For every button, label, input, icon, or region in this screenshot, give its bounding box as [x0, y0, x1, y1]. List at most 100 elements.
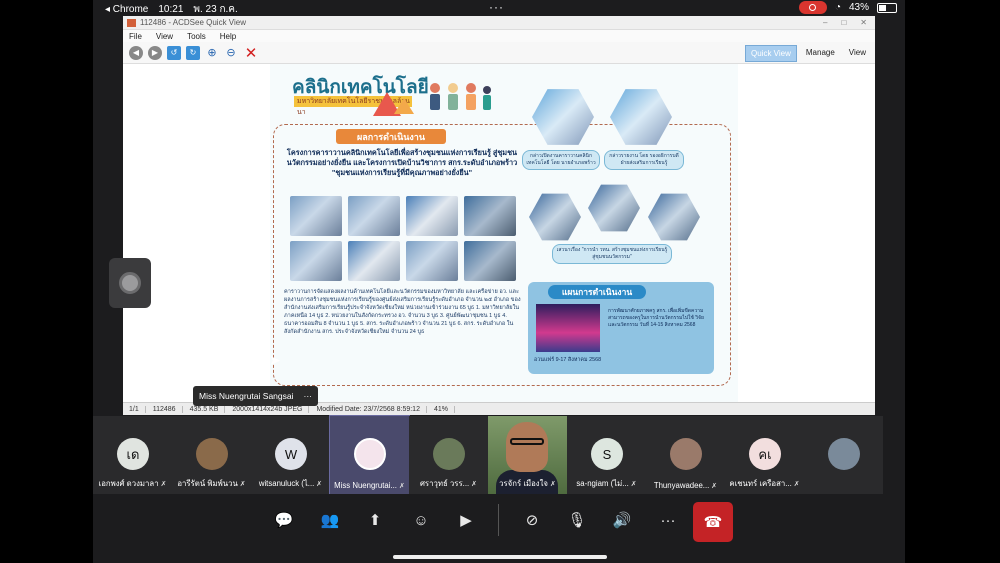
event-photo [406, 241, 458, 281]
wifi-icon: ◔ [834, 2, 841, 13]
minimize-icon[interactable]: – [823, 18, 827, 27]
status-dimensions: 2000x1414x24b JPEG [232, 405, 310, 413]
mic-muted-icon: ✗ [550, 481, 556, 488]
more-options-button[interactable]: ··· [656, 510, 680, 530]
leave-icon[interactable]: ☎ [693, 502, 733, 542]
avatar: S [591, 438, 623, 470]
caption-seminar: เสวนาเรื่อง "การนำ วทน. สร้างชุมชนแห่งกา… [552, 244, 672, 264]
home-indicator[interactable] [393, 555, 607, 559]
avatar [196, 438, 228, 470]
participant-video-tile[interactable]: วรจักร์ เมืองใจ ✗ [488, 416, 567, 494]
event-photo [348, 241, 400, 281]
window-title: 112486 - ACDSee Quick View [140, 18, 246, 27]
participant-tile[interactable]: ศราวุทธ์ วรร... ✗ [409, 416, 488, 494]
participant-tile[interactable]: S sa-ngiam (ไม่... ✗ [567, 416, 646, 494]
video-feed [506, 422, 548, 472]
meeting-screen: ◂ Chrome 10:21 พ. 23 ก.ค. ··· ◔ 43% 1124… [93, 0, 905, 563]
event-photo [290, 241, 342, 281]
participant-tile[interactable]: เด เอกพงศ์ ดวงมาลา ✗ [93, 416, 172, 494]
window-titlebar: 112486 - ACDSee Quick View – □ ✕ [123, 16, 875, 30]
status-size: 435.5 KB [190, 405, 226, 413]
status-zoom: 41% [434, 405, 455, 413]
rotate-right-icon[interactable]: ↻ [186, 45, 200, 60]
event-photo [290, 196, 342, 236]
delete-icon[interactable]: ✕ [243, 45, 259, 62]
back-to-app[interactable]: ◂ Chrome [105, 4, 148, 15]
reaction-icon[interactable]: ☺ [409, 510, 433, 530]
avatar [354, 438, 386, 470]
participant-name: Miss Nuengrutai... [334, 481, 397, 490]
next-icon[interactable]: ▶ [148, 45, 162, 60]
close-window-icon[interactable]: ✕ [860, 18, 867, 27]
plan-text: การพัฒนาศักยภาพครู สกร. เพื่อเพิ่มขีดควา… [608, 308, 704, 328]
image-viewer[interactable]: คลินิกเทคโนโลยี มหาวิทยาลัยเทคโนโลยีราชม… [123, 64, 875, 402]
date: พ. 23 ก.ค. [193, 4, 238, 15]
avatar [670, 438, 702, 470]
battery-icon [877, 2, 897, 13]
multitask-dots[interactable]: ··· [489, 0, 504, 14]
bezel-right [905, 0, 1000, 563]
mic-muted-icon: ✗ [471, 481, 478, 488]
participant-name: เอกพงศ์ ดวงมาลา [98, 479, 159, 488]
presenter-more-button[interactable]: ··· [304, 391, 313, 401]
body-text: คาราวานการจัดแสดงผลงานด้านเทคโนโลยีและนว… [284, 289, 521, 335]
participant-tile[interactable]: Thunyawadee... ✗ [646, 416, 725, 494]
apps-icon[interactable]: ▶ [454, 510, 478, 530]
meeting-controls: 💬 👥 ⬆ ☺ ▶ ⊘ 🎙 🔊 ··· ☎ [93, 494, 905, 563]
video-feed [510, 438, 544, 445]
status-bar: ◂ Chrome 10:21 พ. 23 ก.ค. ··· ◔ 43% [93, 0, 905, 16]
mic-muted-icon: ✗ [239, 481, 246, 488]
shared-screen: 112486 - ACDSee Quick View – □ ✕ File Vi… [123, 16, 875, 415]
mic-muted-icon: ✗ [398, 483, 405, 490]
plan-photo [536, 304, 600, 352]
rotate-left-icon[interactable]: ↺ [167, 45, 181, 60]
clock: 10:21 [158, 4, 184, 15]
presenter-name-tag: Miss Nuengrutai Sangsai ··· [193, 386, 318, 406]
participant-tile-active[interactable]: Miss Nuengrutai... ✗ [329, 415, 410, 495]
participant-tile[interactable]: คเ คเชนทร์ เครือสา... ✗ [725, 416, 804, 494]
people-illustration [430, 83, 491, 110]
tab-view[interactable]: View [844, 45, 871, 62]
zoom-in-icon[interactable]: ⊕ [205, 46, 219, 60]
presenter-name: Miss Nuengrutai Sangsai [199, 391, 294, 401]
people-icon[interactable]: 👥 [318, 510, 342, 530]
maximize-icon[interactable]: □ [841, 18, 846, 27]
decor-triangle [394, 98, 414, 114]
menu-tools[interactable]: Tools [187, 32, 206, 41]
speaker-icon[interactable]: 🔊 [610, 510, 634, 530]
participant-tile[interactable]: W witsanuluck (ไ... ✗ [251, 416, 330, 494]
event-photo [406, 196, 458, 236]
status-filename: 112486 [153, 405, 183, 413]
mic-muted-icon: ✗ [793, 481, 800, 488]
share-screen-icon[interactable]: ⬆ [363, 510, 387, 530]
mic-off-icon[interactable]: 🎙 [565, 510, 589, 530]
event-photo [348, 196, 400, 236]
mouse-cursor-icon: ➤ [269, 352, 281, 368]
menu-help[interactable]: Help [220, 32, 236, 41]
event-photo [464, 196, 516, 236]
assistive-touch-button[interactable] [109, 258, 151, 308]
participant-name: ศราวุทธ์ วรร... [419, 479, 470, 488]
avatar [828, 438, 860, 470]
participant-tile[interactable]: อารีรัตน์ พิมพ์นวน ✗ [172, 416, 251, 494]
status-index: 1/1 [129, 405, 146, 413]
zoom-out-icon[interactable]: ⊖ [224, 46, 238, 60]
recording-indicator [798, 1, 827, 14]
status-modified: Modified Date: 23/7/2568 8:59:12 [316, 405, 427, 413]
menu-file[interactable]: File [129, 32, 142, 41]
acdsee-icon [127, 18, 136, 27]
event-photo [464, 241, 516, 281]
caption-report: กล่าวรายงาน โดย รองอธิการบดีฝ่ายส่งเสริม… [604, 150, 684, 170]
results-heading: ผลการดำเนินงาน [336, 129, 446, 144]
plan-date: อวนแฟร์ 9-17 สิงหาคม 2568 [534, 357, 602, 363]
participant-tile[interactable] [804, 416, 883, 494]
poster-image: คลินิกเทคโนโลยี มหาวิทยาลัยเทคโนโลยีราชม… [270, 64, 738, 402]
plan-heading: แผนการดำเนินงาน [548, 285, 646, 299]
tab-manage[interactable]: Manage [801, 45, 840, 62]
previous-icon[interactable]: ◀ [129, 45, 143, 60]
tab-quick-view[interactable]: Quick View [745, 45, 797, 62]
video-off-icon[interactable]: ⊘ [520, 510, 544, 530]
chat-icon[interactable]: 💬 [272, 510, 296, 530]
participant-name: witsanuluck (ไ... [258, 479, 315, 488]
menu-view[interactable]: View [156, 32, 173, 41]
